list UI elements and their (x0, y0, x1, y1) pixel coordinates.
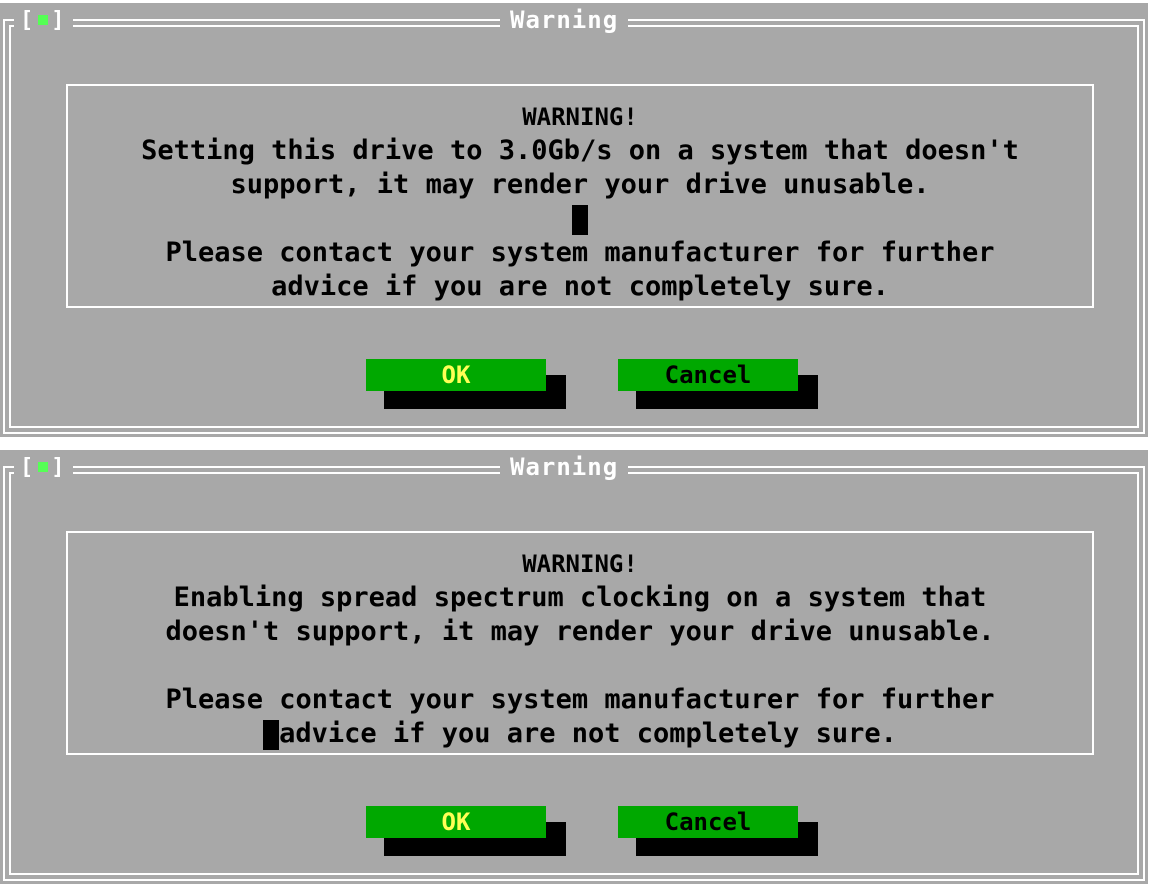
close-indicator-icon[interactable] (38, 14, 49, 25)
message-blank-line (68, 202, 1092, 236)
cancel-button-group: Cancel (618, 359, 818, 409)
warning-dialog-1: [] Warning WARNING! Setting this drive t… (0, 3, 1148, 437)
warning-heading: WARNING! (522, 103, 638, 131)
ok-button[interactable]: OK (366, 359, 546, 391)
message-line-2: support, it may render your drive unusab… (230, 169, 930, 200)
message-line-1: Enabling spread spectrum clocking on a s… (173, 582, 987, 613)
cancel-button[interactable]: Cancel (618, 806, 798, 838)
close-box[interactable]: [] (14, 454, 73, 482)
cancel-button-group: Cancel (618, 806, 818, 856)
screen: [] Warning WARNING! Setting this drive t… (0, 0, 1150, 895)
close-indicator-icon[interactable] (38, 461, 49, 472)
message-line-3: Please contact your system manufacturer … (165, 684, 995, 715)
ok-button[interactable]: OK (366, 806, 546, 838)
ok-button-group: OK (366, 359, 566, 409)
message-box: WARNING! Setting this drive to 3.0Gb/s o… (66, 84, 1094, 308)
text-cursor (572, 204, 588, 235)
text-cursor (263, 719, 280, 750)
message-line-1: Setting this drive to 3.0Gb/s on a syste… (141, 135, 1019, 166)
dialog-title: Warning (500, 5, 629, 35)
message-line-4-row: advice if you are not completely sure. (68, 717, 1092, 751)
message-line-2: doesn't support, it may render your driv… (165, 616, 995, 647)
message-line-3: Please contact your system manufacturer … (165, 237, 995, 268)
cancel-button[interactable]: Cancel (618, 359, 798, 391)
message-line-4: advice if you are not completely sure. (271, 271, 889, 302)
ok-button-group: OK (366, 806, 566, 856)
warning-heading: WARNING! (522, 550, 638, 578)
message-box: WARNING! Enabling spread spectrum clocki… (66, 531, 1094, 755)
close-box[interactable]: [] (14, 7, 73, 35)
message-line-4: advice if you are not completely sure. (279, 718, 897, 749)
warning-dialog-2: [] Warning WARNING! Enabling spread spec… (0, 450, 1148, 884)
dialog-title: Warning (500, 452, 629, 482)
